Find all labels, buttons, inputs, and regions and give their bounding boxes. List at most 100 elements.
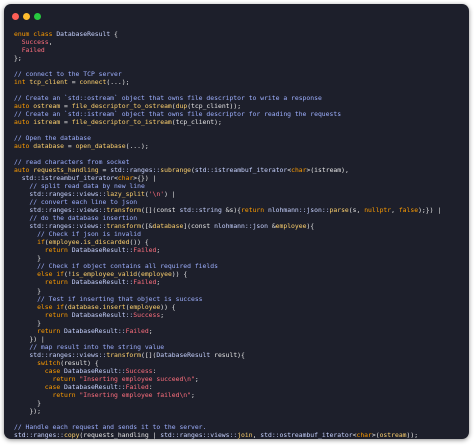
code-line: } bbox=[14, 287, 464, 295]
code-line: return DatabaseResult::Failed; bbox=[14, 327, 464, 335]
code-token: return bbox=[44, 278, 72, 287]
code-token: std::istreambuf_iterator bbox=[194, 166, 288, 175]
code-token: result){ bbox=[210, 350, 245, 359]
code-token: ; bbox=[160, 310, 165, 319]
code-token: (...); bbox=[106, 78, 130, 87]
code-token: Failed bbox=[125, 326, 149, 335]
code-token: (s, bbox=[348, 206, 365, 215]
code-token: >(istream), bbox=[306, 166, 349, 175]
code-token: file_descriptor_to_istream bbox=[71, 118, 172, 127]
code-line: switch(result) { bbox=[14, 359, 464, 367]
code-token: ostream bbox=[33, 102, 61, 111]
code-token: = bbox=[64, 142, 76, 151]
code-token: connect bbox=[79, 78, 107, 87]
code-token: // Test if inserting that object is succ… bbox=[14, 294, 203, 303]
code-token: employee bbox=[141, 270, 172, 279]
code-line: return DatabaseResult::Success; bbox=[14, 311, 464, 319]
code-token: ([]( bbox=[140, 350, 157, 359]
code-token: Failed bbox=[125, 382, 149, 391]
code-token: } bbox=[14, 286, 41, 295]
code-token: Success bbox=[14, 38, 49, 47]
code-token: lazy_split bbox=[106, 190, 145, 199]
code-token: std::ranges:: bbox=[14, 430, 65, 439]
code-token: = bbox=[67, 78, 80, 87]
code-line: } bbox=[14, 254, 464, 262]
code-token: ; bbox=[156, 278, 161, 287]
code-line: Failed bbox=[14, 46, 464, 54]
code-line: // Check if object contains all required… bbox=[14, 262, 464, 270]
code-token: }); bbox=[14, 406, 41, 415]
code-token: >( bbox=[371, 430, 380, 439]
code-token: auto bbox=[14, 166, 34, 175]
code-token: auto bbox=[14, 118, 34, 127]
code-token: std::ranges:: bbox=[110, 166, 161, 175]
code-token: // Create an `std::ostream` object that … bbox=[14, 94, 322, 103]
code-line: return DatabaseResult::Failed; bbox=[14, 278, 464, 286]
code-line: // split read data by new line bbox=[14, 182, 464, 190]
code-line: // Open the database bbox=[14, 134, 464, 142]
code-token: = bbox=[60, 102, 72, 111]
code-token: DatabaseResult:: bbox=[64, 326, 126, 335]
code-editor: enum class DatabaseResult { Success, Fai… bbox=[14, 30, 464, 439]
code-token: std::string bbox=[179, 206, 222, 215]
code-token: ){ bbox=[306, 222, 315, 231]
code-token: )); bbox=[406, 430, 419, 439]
code-token: "Inserting employee succeed\n" bbox=[79, 374, 195, 383]
code-token: ) | bbox=[164, 190, 176, 199]
code-line: auto database = open_database(...); bbox=[14, 142, 464, 150]
code-token: transform bbox=[106, 206, 141, 215]
minimize-dot-icon[interactable] bbox=[23, 13, 30, 20]
code-token: if bbox=[37, 238, 45, 247]
code-token: DatabaseResult:: bbox=[71, 310, 134, 319]
code-token: "Inserting employee failed\n" bbox=[79, 390, 191, 399]
code-token: auto bbox=[14, 142, 34, 151]
code-token: ; bbox=[194, 374, 199, 383]
code-line: Success, bbox=[14, 38, 464, 46]
code-token: (! bbox=[64, 270, 72, 279]
code-token: char bbox=[117, 174, 134, 183]
code-line: // convert each line to json bbox=[14, 198, 464, 206]
code-line: case DatabaseResult::Failed: bbox=[14, 383, 464, 391]
code-token: ()) { bbox=[129, 238, 149, 247]
code-line: auto istream = file_descriptor_to_istrea… bbox=[14, 118, 464, 126]
maximize-dot-icon[interactable] bbox=[34, 13, 41, 20]
code-token: : bbox=[148, 382, 153, 391]
code-token: return bbox=[52, 390, 80, 399]
code-token: open_database bbox=[75, 142, 126, 151]
code-token: // convert each line to json bbox=[14, 198, 138, 207]
code-token: return bbox=[52, 374, 80, 383]
code-token: // read characters from socket bbox=[14, 158, 130, 167]
code-token: subrange bbox=[160, 166, 192, 175]
code-token: nlohmann::json bbox=[214, 222, 268, 231]
code-token: , bbox=[48, 38, 53, 47]
code-token: // Handle each request and sends it to t… bbox=[14, 422, 207, 431]
code-token: DatabaseResult:: bbox=[71, 278, 134, 287]
code-line: case DatabaseResult::Success: bbox=[14, 367, 464, 375]
code-line: std::ranges::copy(requests_handling | st… bbox=[14, 431, 464, 439]
code-token: std::ranges::views:: bbox=[160, 430, 238, 439]
code-token: } bbox=[14, 318, 41, 327]
code-token: }; bbox=[14, 54, 22, 63]
code-line: // Create an `std::ostream` object that … bbox=[14, 94, 464, 102]
code-token: (tcp_client)); bbox=[187, 102, 242, 111]
code-token: (tcp_client); bbox=[171, 118, 222, 127]
code-token: // map result into the string value bbox=[14, 342, 165, 351]
code-token: tcp_client bbox=[29, 78, 68, 87]
close-dot-icon[interactable] bbox=[12, 13, 19, 20]
code-token: employee bbox=[48, 238, 80, 247]
code-token: DatabaseResult:: bbox=[64, 382, 126, 391]
code-token: auto bbox=[14, 102, 34, 111]
code-line: // Check if json is invalid bbox=[14, 230, 464, 238]
code-token: return bbox=[44, 246, 72, 255]
code-token: employee bbox=[275, 222, 307, 231]
code-token: std::ostreambuf_iterator bbox=[260, 430, 353, 439]
code-token: return bbox=[241, 206, 268, 215]
